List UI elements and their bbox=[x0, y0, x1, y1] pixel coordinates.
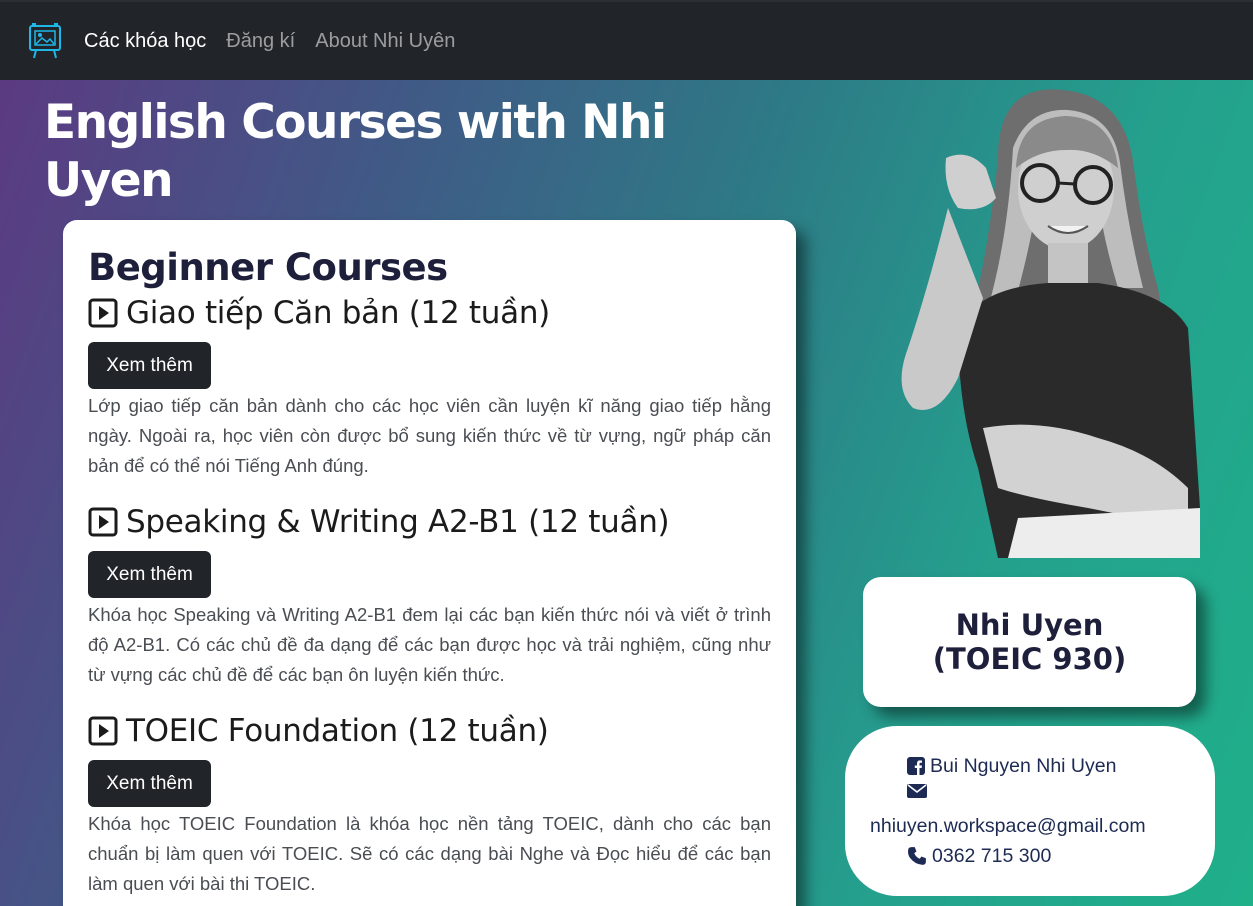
email-contact[interactable]: nhiuyen.workspace@gmail.com bbox=[870, 811, 1146, 841]
course-title: TOEIC Foundation (12 tuần) bbox=[88, 710, 771, 752]
email-address: nhiuyen.workspace@gmail.com bbox=[870, 815, 1146, 837]
profile-toeic-score: (TOEIC 930) bbox=[932, 642, 1127, 676]
phone-icon bbox=[908, 847, 926, 865]
email-icon-row bbox=[907, 783, 932, 799]
play-square-icon bbox=[88, 716, 118, 746]
brand-logo-icon[interactable] bbox=[26, 22, 64, 60]
play-square-icon bbox=[88, 298, 118, 328]
facebook-name: Bui Nguyen Nhi Uyen bbox=[930, 755, 1117, 777]
profile-photo bbox=[901, 89, 1200, 558]
facebook-contact[interactable]: Bui Nguyen Nhi Uyen bbox=[907, 751, 1116, 781]
nav-link-register[interactable]: Đăng kí bbox=[226, 30, 295, 53]
course-description: Lớp giao tiếp căn bản dành cho các học v… bbox=[88, 395, 771, 476]
contact-card: Bui Nguyen Nhi Uyen nhiuyen.workspace@gm… bbox=[845, 726, 1215, 896]
course-description: Khóa học Speaking và Writing A2-B1 đem l… bbox=[88, 604, 771, 685]
phone-contact[interactable]: 0362 715 300 bbox=[907, 841, 1051, 871]
facebook-icon bbox=[907, 757, 925, 775]
view-more-button[interactable]: Xem thêm bbox=[88, 760, 211, 807]
profile-name: Nhi Uyen bbox=[955, 608, 1104, 642]
course-item: Speaking & Writing A2-B1 (12 tuần) Xem t… bbox=[88, 501, 771, 690]
course-title: Giao tiếp Căn bản (12 tuần) bbox=[88, 292, 771, 334]
top-navbar: Các khóa học Đăng kí About Nhi Uyên bbox=[0, 0, 1253, 80]
name-card: Nhi Uyen (TOEIC 930) bbox=[863, 577, 1196, 707]
nav-link-courses[interactable]: Các khóa học bbox=[84, 30, 206, 53]
course-title-text: Giao tiếp Căn bản (12 tuần) bbox=[126, 295, 550, 331]
courses-card: Beginner Courses Giao tiếp Căn bản (12 t… bbox=[63, 220, 796, 906]
play-square-icon bbox=[88, 507, 118, 537]
hero-section: English Courses with Nhi Uyen Beginner C… bbox=[0, 80, 1253, 906]
page-title: English Courses with Nhi Uyen bbox=[44, 95, 667, 208]
course-item: TOEIC Foundation (12 tuần) Xem thêm Khóa… bbox=[88, 710, 771, 899]
view-more-button[interactable]: Xem thêm bbox=[88, 551, 211, 598]
course-item: Giao tiếp Căn bản (12 tuần) Xem thêm Lớp… bbox=[88, 292, 771, 481]
view-more-button[interactable]: Xem thêm bbox=[88, 342, 211, 389]
nav-link-about[interactable]: About Nhi Uyên bbox=[315, 30, 455, 53]
courses-heading: Beginner Courses bbox=[88, 246, 448, 289]
envelope-icon bbox=[907, 784, 927, 798]
course-title: Speaking & Writing A2-B1 (12 tuần) bbox=[88, 501, 771, 543]
phone-number: 0362 715 300 bbox=[932, 845, 1052, 867]
course-description: Khóa học TOEIC Foundation là khóa học nề… bbox=[88, 813, 771, 894]
course-title-text: TOEIC Foundation (12 tuần) bbox=[126, 713, 549, 749]
course-title-text: Speaking & Writing A2-B1 (12 tuần) bbox=[126, 504, 670, 540]
